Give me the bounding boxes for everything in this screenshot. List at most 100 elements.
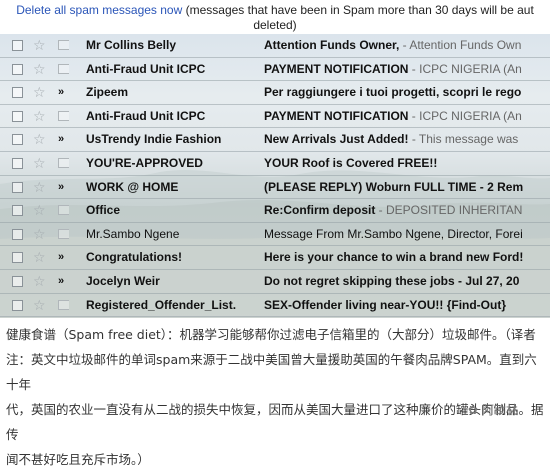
row-checkbox[interactable]	[12, 63, 23, 75]
importance-marker-icon[interactable]	[58, 63, 69, 74]
email-subject-line: Here is your chance to win a brand new F…	[264, 246, 550, 268]
importance-marker-icon[interactable]	[58, 299, 69, 310]
email-row[interactable]: ☆ » Zipeem Per raggiungere i tuoi progetti,…	[0, 81, 550, 105]
importance-marker-icon[interactable]	[58, 40, 69, 50]
star-icon[interactable]: ☆	[33, 128, 46, 150]
email-subject: Here is your chance to win a brand new F…	[264, 250, 524, 265]
caption-line: 健康食谱（Spam free diet）：机器学习能够帮你过滤电子信箱里的（大部…	[6, 327, 536, 342]
spam-retention-note: (messages that have been in Spam more th…	[182, 3, 534, 17]
watermark-logo-icon: ✿	[468, 403, 479, 417]
row-checkbox[interactable]	[12, 40, 23, 51]
email-sender: Mr Collins Belly	[86, 38, 177, 52]
email-row[interactable]: ☆ Anti-Fraud Unit ICPC PAYMENT NOTIFICATIO…	[0, 105, 550, 129]
email-sender: WORK @ HOME	[86, 179, 179, 194]
email-snippet: - DEPOSITED INHERITAN	[375, 203, 523, 218]
email-sender: Anti-Fraud Unit ICPC	[86, 61, 206, 76]
personal-level-arrow-icon: »	[58, 180, 65, 193]
watermark: ✿ 阿钕林	[468, 401, 518, 418]
spam-banner: Delete all spam messages now (messages t…	[0, 0, 550, 34]
email-subject: Per raggiungere i tuoi progetti, scopri …	[264, 85, 522, 100]
star-icon[interactable]: ☆	[33, 58, 46, 80]
email-subject: Attention Funds Owner,	[264, 38, 400, 52]
row-checkbox[interactable]	[12, 181, 23, 193]
article-caption: 健康食谱（Spam free diet）：机器学习能够帮你过滤电子信箱里的（大部…	[6, 322, 546, 472]
spam-retention-note-cont: deleted)	[253, 18, 297, 32]
email-row[interactable]: ☆ YOU'RE-APPROVED YOUR Roof is Covered FRE…	[0, 152, 550, 176]
email-subject: PAYMENT NOTIFICATION	[264, 108, 409, 123]
email-row[interactable]: ☆ Registered_Offender_List. SEX-Offender l…	[0, 294, 550, 318]
spam-message-list: ☆ Mr Collins Belly Attention Funds Owner, …	[0, 34, 550, 318]
email-sender: Anti-Fraud Unit ICPC	[86, 108, 206, 123]
email-subject-line: Message From Mr.Sambo Ngene, Director, F…	[264, 223, 550, 245]
row-checkbox[interactable]	[12, 205, 23, 217]
email-subject: New Arrivals Just Added!	[264, 132, 409, 147]
email-row[interactable]: ☆ Office Re:Confirm deposit - DEPOSITED IN…	[0, 199, 550, 223]
star-icon[interactable]: ☆	[33, 81, 46, 103]
watermark-text: 阿钕林	[481, 403, 518, 417]
row-checkbox[interactable]	[12, 252, 23, 264]
email-subject-line: (PLEASE REPLY) Woburn FULL TIME - 2 Rem	[264, 176, 550, 198]
row-checkbox[interactable]	[12, 158, 23, 169]
star-icon[interactable]: ☆	[33, 294, 46, 316]
personal-level-arrow-icon: »	[58, 275, 65, 287]
email-subject-line: Attention Funds Owner, - Attention Funds…	[264, 34, 550, 56]
email-subject-line: SEX-Offender living near-YOU!! {Find-Out…	[264, 294, 550, 316]
importance-marker-icon[interactable]	[58, 205, 69, 216]
row-checkbox[interactable]	[12, 87, 23, 99]
email-row[interactable]: ☆ » UsTrendy Indie Fashion New Arrivals Jus…	[0, 128, 550, 152]
email-row[interactable]: ☆ Anti-Fraud Unit ICPC PAYMENT NOTIFICATIO…	[0, 58, 550, 82]
email-snippet: - ICPC NIGERIA (An	[408, 108, 522, 123]
email-sender: Congratulations!	[86, 250, 182, 265]
star-icon[interactable]: ☆	[33, 270, 46, 292]
email-sender: Mr.Sambo Ngene	[86, 226, 180, 241]
row-checkbox[interactable]	[12, 110, 23, 122]
email-sender: Zipeem	[86, 85, 129, 100]
caption-line: 代，英国的农业一直没有从二战的损失中恢复，因而从美国大量进口了这种廉价的罐头肉制…	[6, 402, 544, 442]
email-sender: YOU'RE-APPROVED	[86, 156, 203, 170]
email-subject-line: New Arrivals Just Added! - This message …	[264, 128, 550, 150]
email-row[interactable]: ☆ » Jocelyn Weir Do not regret skipping the…	[0, 270, 550, 294]
delete-all-spam-link[interactable]: Delete all spam messages now	[16, 3, 182, 17]
email-subject-line: Do not regret skipping these jobs - Jul …	[264, 270, 550, 292]
email-subject: Do not regret skipping these jobs - Jul …	[264, 274, 520, 288]
caption-line: 注：英文中垃圾邮件的单词spam来源于二战中美国曾大量援助英国的午餐肉品牌SPA…	[6, 352, 537, 392]
email-sender: Jocelyn Weir	[86, 274, 160, 288]
email-subject-line: Re:Confirm deposit - DEPOSITED INHERITAN	[264, 199, 550, 221]
email-subject: SEX-Offender living near-YOU!! {Find-Out…	[264, 297, 507, 312]
email-subject-line: Per raggiungere i tuoi progetti, scopri …	[264, 81, 550, 103]
row-checkbox[interactable]	[12, 276, 23, 287]
row-checkbox[interactable]	[12, 134, 23, 146]
email-row[interactable]: ☆ » Congratulations! Here is your chance to…	[0, 246, 550, 270]
email-subject: (PLEASE REPLY) Woburn FULL TIME - 2 Rem	[264, 179, 524, 194]
email-subject-line: PAYMENT NOTIFICATION - ICPC NIGERIA (An	[264, 58, 550, 80]
email-sender: Office	[86, 203, 121, 218]
star-icon[interactable]: ☆	[33, 223, 46, 245]
email-subject-line: YOUR Roof is Covered FREE!!	[264, 152, 550, 174]
caption-line: 闻不甚好吃且充斥市场。）	[6, 452, 150, 467]
importance-marker-icon[interactable]	[58, 158, 69, 168]
star-icon[interactable]: ☆	[33, 176, 46, 198]
email-subject: Re:Confirm deposit	[264, 203, 376, 218]
email-snippet: - ICPC NIGERIA (An	[408, 61, 522, 76]
email-subject-line: PAYMENT NOTIFICATION - ICPC NIGERIA (An	[264, 105, 550, 127]
email-row[interactable]: ☆ » WORK @ HOME (PLEASE REPLY) Woburn FULL …	[0, 176, 550, 200]
email-sender: UsTrendy Indie Fashion	[86, 132, 222, 147]
email-subject: Message From Mr.Sambo Ngene, Director, F…	[264, 226, 523, 241]
email-sender: Registered_Offender_List.	[86, 297, 237, 312]
star-icon[interactable]: ☆	[33, 152, 46, 174]
row-checkbox[interactable]	[12, 228, 23, 240]
email-subject: YOUR Roof is Covered FREE!!	[264, 156, 438, 170]
star-icon[interactable]: ☆	[33, 246, 46, 268]
email-row[interactable]: ☆ Mr.Sambo Ngene Message From Mr.Sambo Nge…	[0, 223, 550, 247]
importance-marker-icon[interactable]	[58, 228, 69, 239]
row-checkbox[interactable]	[12, 299, 23, 311]
email-row[interactable]: ☆ Mr Collins Belly Attention Funds Owner, …	[0, 34, 550, 58]
email-snippet: - This message was	[408, 132, 519, 147]
email-snippet: - Attention Funds Own	[399, 38, 522, 52]
star-icon[interactable]: ☆	[33, 105, 46, 127]
personal-level-arrow-icon: »	[58, 133, 65, 146]
star-icon[interactable]: ☆	[33, 199, 46, 221]
star-icon[interactable]: ☆	[33, 34, 46, 56]
importance-marker-icon[interactable]	[58, 110, 69, 121]
personal-level-arrow-icon: »	[58, 86, 65, 99]
